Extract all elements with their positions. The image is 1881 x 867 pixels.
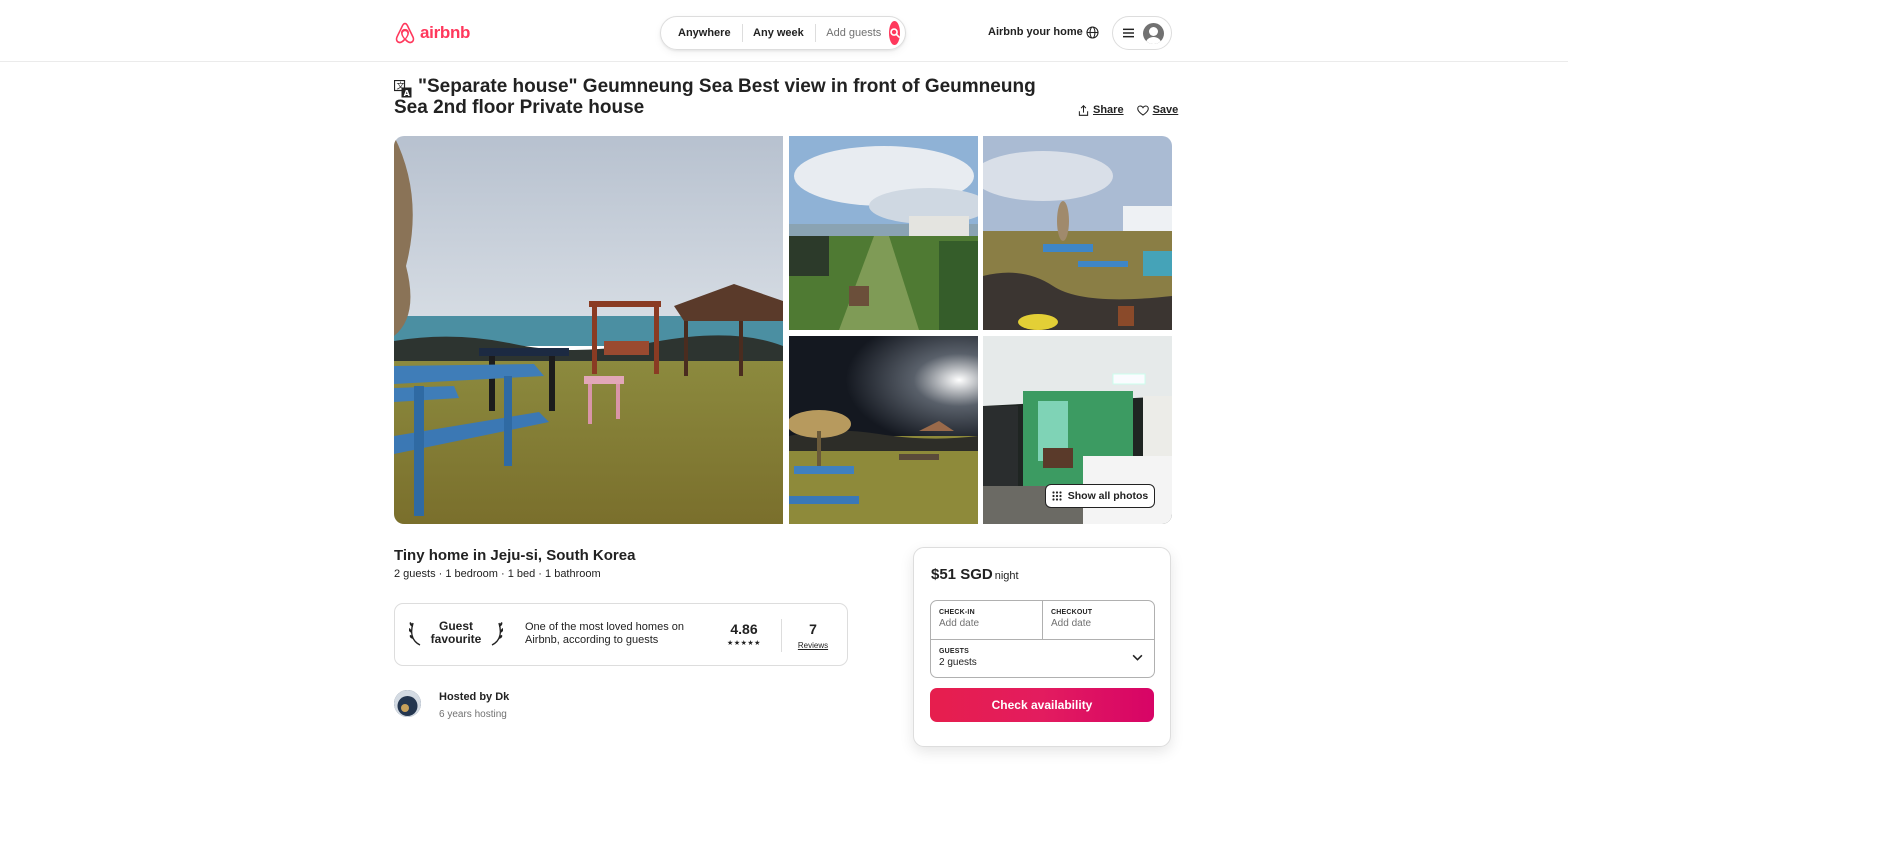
- search-add-guests-button[interactable]: Add guests: [815, 27, 889, 39]
- share-label: Share: [1093, 104, 1124, 116]
- save-button[interactable]: Save: [1136, 104, 1179, 116]
- host-info: Hosted by Dk 6 years hosting: [439, 690, 509, 720]
- booking-card: $51 SGD night CHECK-IN Add date CHECKOUT …: [913, 547, 1171, 747]
- guests-dropdown[interactable]: GUESTS 2 guests: [931, 639, 1154, 678]
- airbnb-logo-icon: [395, 22, 415, 44]
- guest-favourite-description: One of the most loved homes on Airbnb, a…: [525, 621, 684, 646]
- host-summary: Hosted by Dk 6 years hosting: [394, 690, 509, 720]
- rating-stars: ★★★★★: [727, 640, 761, 647]
- date-guest-picker: CHECK-IN Add date CHECKOUT Add date GUES…: [930, 600, 1155, 678]
- svg-text:A: A: [404, 89, 411, 98]
- host-avatar[interactable]: [394, 690, 421, 717]
- laurel-right-icon: [491, 622, 503, 646]
- top-header: airbnb Anywhere Any week Add guests Airb…: [0, 0, 1568, 62]
- reviews-link[interactable]: Reviews: [793, 641, 833, 650]
- guests-value: 2 guests: [939, 657, 977, 668]
- share-icon: [1078, 104, 1089, 116]
- share-button[interactable]: Share: [1078, 104, 1124, 116]
- host-years: 6 years hosting: [439, 709, 507, 720]
- gallery-photo-3[interactable]: [983, 136, 1172, 330]
- show-all-photos-label: Show all photos: [1067, 490, 1149, 502]
- search-bar[interactable]: Anywhere Any week Add guests: [660, 16, 906, 50]
- reviews-block[interactable]: 7 Reviews: [793, 621, 833, 650]
- search-any-week-button[interactable]: Any week: [742, 27, 815, 39]
- price-unit: night: [994, 570, 1019, 582]
- heart-icon: [1136, 104, 1149, 116]
- airbnb-your-home-link[interactable]: Airbnb your home: [988, 26, 1083, 38]
- checkin-value: Add date: [939, 618, 980, 629]
- laurel-left-icon: [409, 622, 421, 646]
- search-anywhere-button[interactable]: Anywhere: [661, 27, 742, 39]
- grid-dots-icon: [1052, 491, 1062, 501]
- checkin-label: CHECK-IN: [939, 609, 975, 616]
- globe-icon[interactable]: [1086, 26, 1099, 39]
- guest-favourite-badge: Guest favourite: [409, 619, 503, 647]
- listing-summary: 2 guests · 1 bedroom · 1 bed · 1 bathroo…: [394, 568, 601, 580]
- hamburger-menu-icon: [1123, 28, 1134, 38]
- user-menu-button[interactable]: [1112, 16, 1172, 50]
- main-photo[interactable]: [394, 136, 783, 524]
- listing-type-location: Tiny home in Jeju-si, South Korea: [394, 547, 636, 564]
- user-avatar-icon: [1143, 22, 1164, 44]
- listing-title-block: 文 A "Separate house" Geumneung Sea Best …: [394, 76, 1074, 118]
- checkout-label: CHECKOUT: [1051, 609, 1093, 616]
- checkin-field[interactable]: CHECK-IN Add date: [931, 601, 1043, 639]
- save-label: Save: [1152, 104, 1179, 116]
- chevron-down-icon: [1132, 654, 1143, 661]
- checkout-field[interactable]: CHECKOUT Add date: [1043, 601, 1155, 639]
- check-availability-button[interactable]: Check availability: [930, 688, 1154, 722]
- rating-divider: [781, 619, 782, 652]
- show-all-photos-button[interactable]: Show all photos: [1045, 484, 1155, 508]
- photo-gallery: [394, 136, 1172, 524]
- translate-icon: 文 A: [394, 80, 412, 98]
- guest-favourite-line2: favourite: [430, 632, 482, 646]
- airbnb-logo[interactable]: airbnb: [394, 21, 470, 45]
- guests-label: GUESTS: [939, 648, 969, 655]
- checkout-value: Add date: [1051, 618, 1092, 629]
- host-name: Hosted by Dk: [439, 691, 510, 703]
- review-count: 7: [809, 621, 817, 637]
- gallery-photo-2[interactable]: [789, 136, 978, 330]
- rating-value: 4.86: [730, 621, 758, 637]
- guest-favourite-label: Guest favourite: [425, 620, 487, 646]
- price-value: $51 SGD: [931, 566, 993, 583]
- gallery-photo-4[interactable]: [789, 336, 978, 524]
- search-submit-button[interactable]: [889, 21, 901, 45]
- page-title: "Separate house" Geumneung Sea Best view…: [394, 76, 1036, 118]
- airbnb-logo-text: airbnb: [420, 23, 471, 42]
- listing-actions: Share Save: [1078, 104, 1178, 116]
- rating-block: 4.86 ★★★★★: [723, 621, 765, 647]
- price-block: $51 SGD night: [931, 566, 1019, 583]
- guest-favourite-card[interactable]: Guest favourite One of the most loved ho…: [394, 603, 848, 666]
- search-icon: [889, 28, 900, 38]
